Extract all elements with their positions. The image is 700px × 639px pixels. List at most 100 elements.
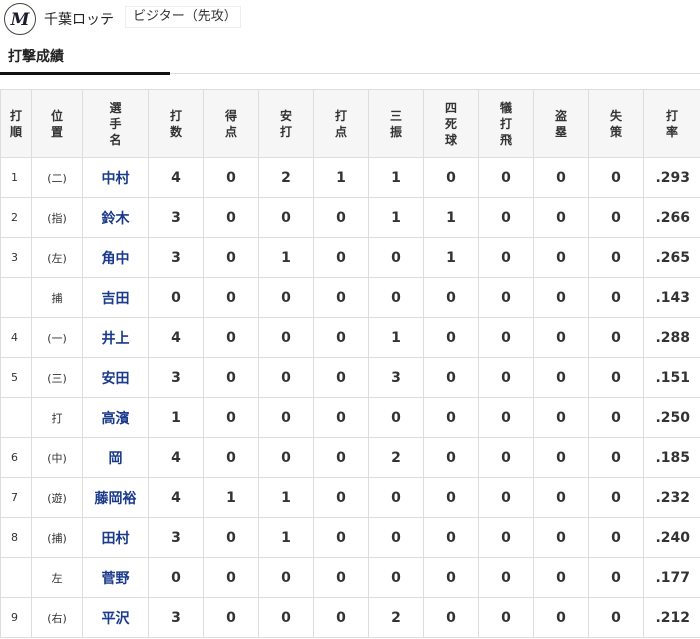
position-cell: (指) bbox=[31, 197, 83, 238]
stat-cell: 3 bbox=[148, 237, 204, 278]
column-header-label: 四死球 bbox=[444, 100, 457, 147]
batting-order-cell bbox=[0, 277, 32, 318]
stat-cell: 1 bbox=[258, 517, 314, 558]
batting-average-cell: .151 bbox=[643, 357, 700, 398]
batting-order-cell: 4 bbox=[0, 317, 32, 358]
stat-cell: 0 bbox=[478, 357, 534, 398]
stat-cell: 0 bbox=[588, 157, 644, 198]
stat-cell: 0 bbox=[478, 397, 534, 438]
player-name-link[interactable]: 岡 bbox=[82, 437, 149, 478]
m-logo-icon: M bbox=[10, 10, 31, 30]
section-header: 打撃成績 bbox=[0, 34, 700, 75]
stat-cell: 0 bbox=[258, 317, 314, 358]
stat-cell: 0 bbox=[258, 197, 314, 238]
stat-cell: 0 bbox=[533, 517, 589, 558]
stat-cell: 0 bbox=[203, 237, 259, 278]
position-cell: (捕) bbox=[31, 517, 83, 558]
batting-stats-table: 打順 位置 選手名 打数 得点 安打 打点 三振 四死球 犠打飛 盗塁 失策 打率 1 (二) 中村 4 0 2 1… bbox=[0, 89, 700, 638]
table-row: 2 (指) 鈴木 3 0 0 0 1 1 0 0 0.266 bbox=[0, 197, 700, 238]
section-title: 打撃成績 bbox=[8, 49, 64, 65]
stat-cell: 0 bbox=[313, 437, 369, 478]
stat-cell: 0 bbox=[533, 197, 589, 238]
player-name-link[interactable]: 吉田 bbox=[82, 277, 149, 318]
player-name-link[interactable]: 藤岡裕 bbox=[82, 477, 149, 518]
batting-average-cell: .185 bbox=[643, 437, 700, 478]
stat-cell: 0 bbox=[588, 557, 644, 598]
batting-order-cell: 8 bbox=[0, 517, 32, 558]
stat-cell: 0 bbox=[203, 157, 259, 198]
table-row: 捕吉田 0 0 0 0 0 0 0 0 0.143 bbox=[0, 277, 700, 318]
batting-average-cell: .266 bbox=[643, 197, 700, 238]
stat-cell: 3 bbox=[148, 597, 204, 638]
batting-order-cell: 3 bbox=[0, 237, 32, 278]
player-name-link[interactable]: 平沢 bbox=[82, 597, 149, 638]
stat-cell: 4 bbox=[148, 477, 204, 518]
stat-cell: 0 bbox=[368, 477, 424, 518]
stat-cell: 0 bbox=[588, 197, 644, 238]
stat-cell: 0 bbox=[423, 597, 479, 638]
stat-cell: 0 bbox=[533, 397, 589, 438]
svg-text:M: M bbox=[10, 10, 31, 30]
position-cell: (二) bbox=[31, 157, 83, 198]
column-header: 四死球 bbox=[423, 89, 479, 158]
stat-cell: 0 bbox=[533, 357, 589, 398]
player-name-link[interactable]: 中村 bbox=[82, 157, 149, 198]
column-header: 選手名 bbox=[82, 89, 149, 158]
player-name-link[interactable]: 田村 bbox=[82, 517, 149, 558]
table-row: 左菅野 0 0 0 0 0 0 0 0 0.177 bbox=[0, 557, 700, 598]
stat-cell: 0 bbox=[368, 237, 424, 278]
stat-cell: 0 bbox=[478, 317, 534, 358]
column-header-label: 三振 bbox=[389, 108, 402, 139]
stat-cell: 0 bbox=[313, 557, 369, 598]
stat-cell: 0 bbox=[533, 557, 589, 598]
table-row: 7 (遊) 藤岡裕 4 1 1 0 0 0 0 0 0.232 bbox=[0, 477, 700, 518]
stat-cell: 4 bbox=[148, 157, 204, 198]
batting-average-cell: .143 bbox=[643, 277, 700, 318]
column-header-label: 得点 bbox=[224, 108, 237, 139]
stat-cell: 0 bbox=[533, 317, 589, 358]
stat-cell: 0 bbox=[588, 317, 644, 358]
stat-cell: 0 bbox=[478, 237, 534, 278]
position-cell: 捕 bbox=[31, 277, 83, 318]
column-header: 盗塁 bbox=[533, 89, 589, 158]
batting-average-cell: .250 bbox=[643, 397, 700, 438]
column-header: 失策 bbox=[588, 89, 644, 158]
stat-cell: 1 bbox=[203, 477, 259, 518]
stat-cell: 0 bbox=[203, 437, 259, 478]
stat-cell: 0 bbox=[423, 277, 479, 318]
stat-cell: 0 bbox=[203, 277, 259, 318]
stat-cell: 0 bbox=[313, 277, 369, 318]
stat-cell: 0 bbox=[423, 157, 479, 198]
player-name-link[interactable]: 菅野 bbox=[82, 557, 149, 598]
batting-average-cell: .265 bbox=[643, 237, 700, 278]
stat-cell: 0 bbox=[533, 477, 589, 518]
stat-cell: 1 bbox=[423, 237, 479, 278]
stat-cell: 0 bbox=[203, 357, 259, 398]
player-name-link[interactable]: 鈴木 bbox=[82, 197, 149, 238]
stat-cell: 0 bbox=[368, 277, 424, 318]
stat-cell: 0 bbox=[313, 517, 369, 558]
stat-cell: 2 bbox=[258, 157, 314, 198]
stat-cell: 0 bbox=[423, 477, 479, 518]
stat-cell: 0 bbox=[368, 397, 424, 438]
team-header: M 千葉ロッテ ビジター（先攻） bbox=[0, 0, 700, 35]
table-row: 6 (中) 岡 4 0 0 0 2 0 0 0 0.185 bbox=[0, 437, 700, 478]
player-name-link[interactable]: 角中 bbox=[82, 237, 149, 278]
stat-cell: 0 bbox=[258, 277, 314, 318]
batting-average-cell: .293 bbox=[643, 157, 700, 198]
stat-cell: 0 bbox=[313, 317, 369, 358]
player-name-link[interactable]: 安田 bbox=[82, 357, 149, 398]
column-header-label: 盗塁 bbox=[554, 108, 567, 139]
stat-cell: 0 bbox=[313, 397, 369, 438]
player-name-link[interactable]: 高濱 bbox=[82, 397, 149, 438]
column-header: 打点 bbox=[313, 89, 369, 158]
stat-cell: 0 bbox=[148, 557, 204, 598]
stat-cell: 1 bbox=[368, 317, 424, 358]
team-name: 千葉ロッテ bbox=[44, 12, 114, 28]
stat-cell: 0 bbox=[533, 157, 589, 198]
player-name-link[interactable]: 井上 bbox=[82, 317, 149, 358]
stat-cell: 0 bbox=[478, 437, 534, 478]
column-header-label: 位置 bbox=[50, 108, 63, 139]
batting-average-cell: .288 bbox=[643, 317, 700, 358]
batting-order-cell: 6 bbox=[0, 437, 32, 478]
